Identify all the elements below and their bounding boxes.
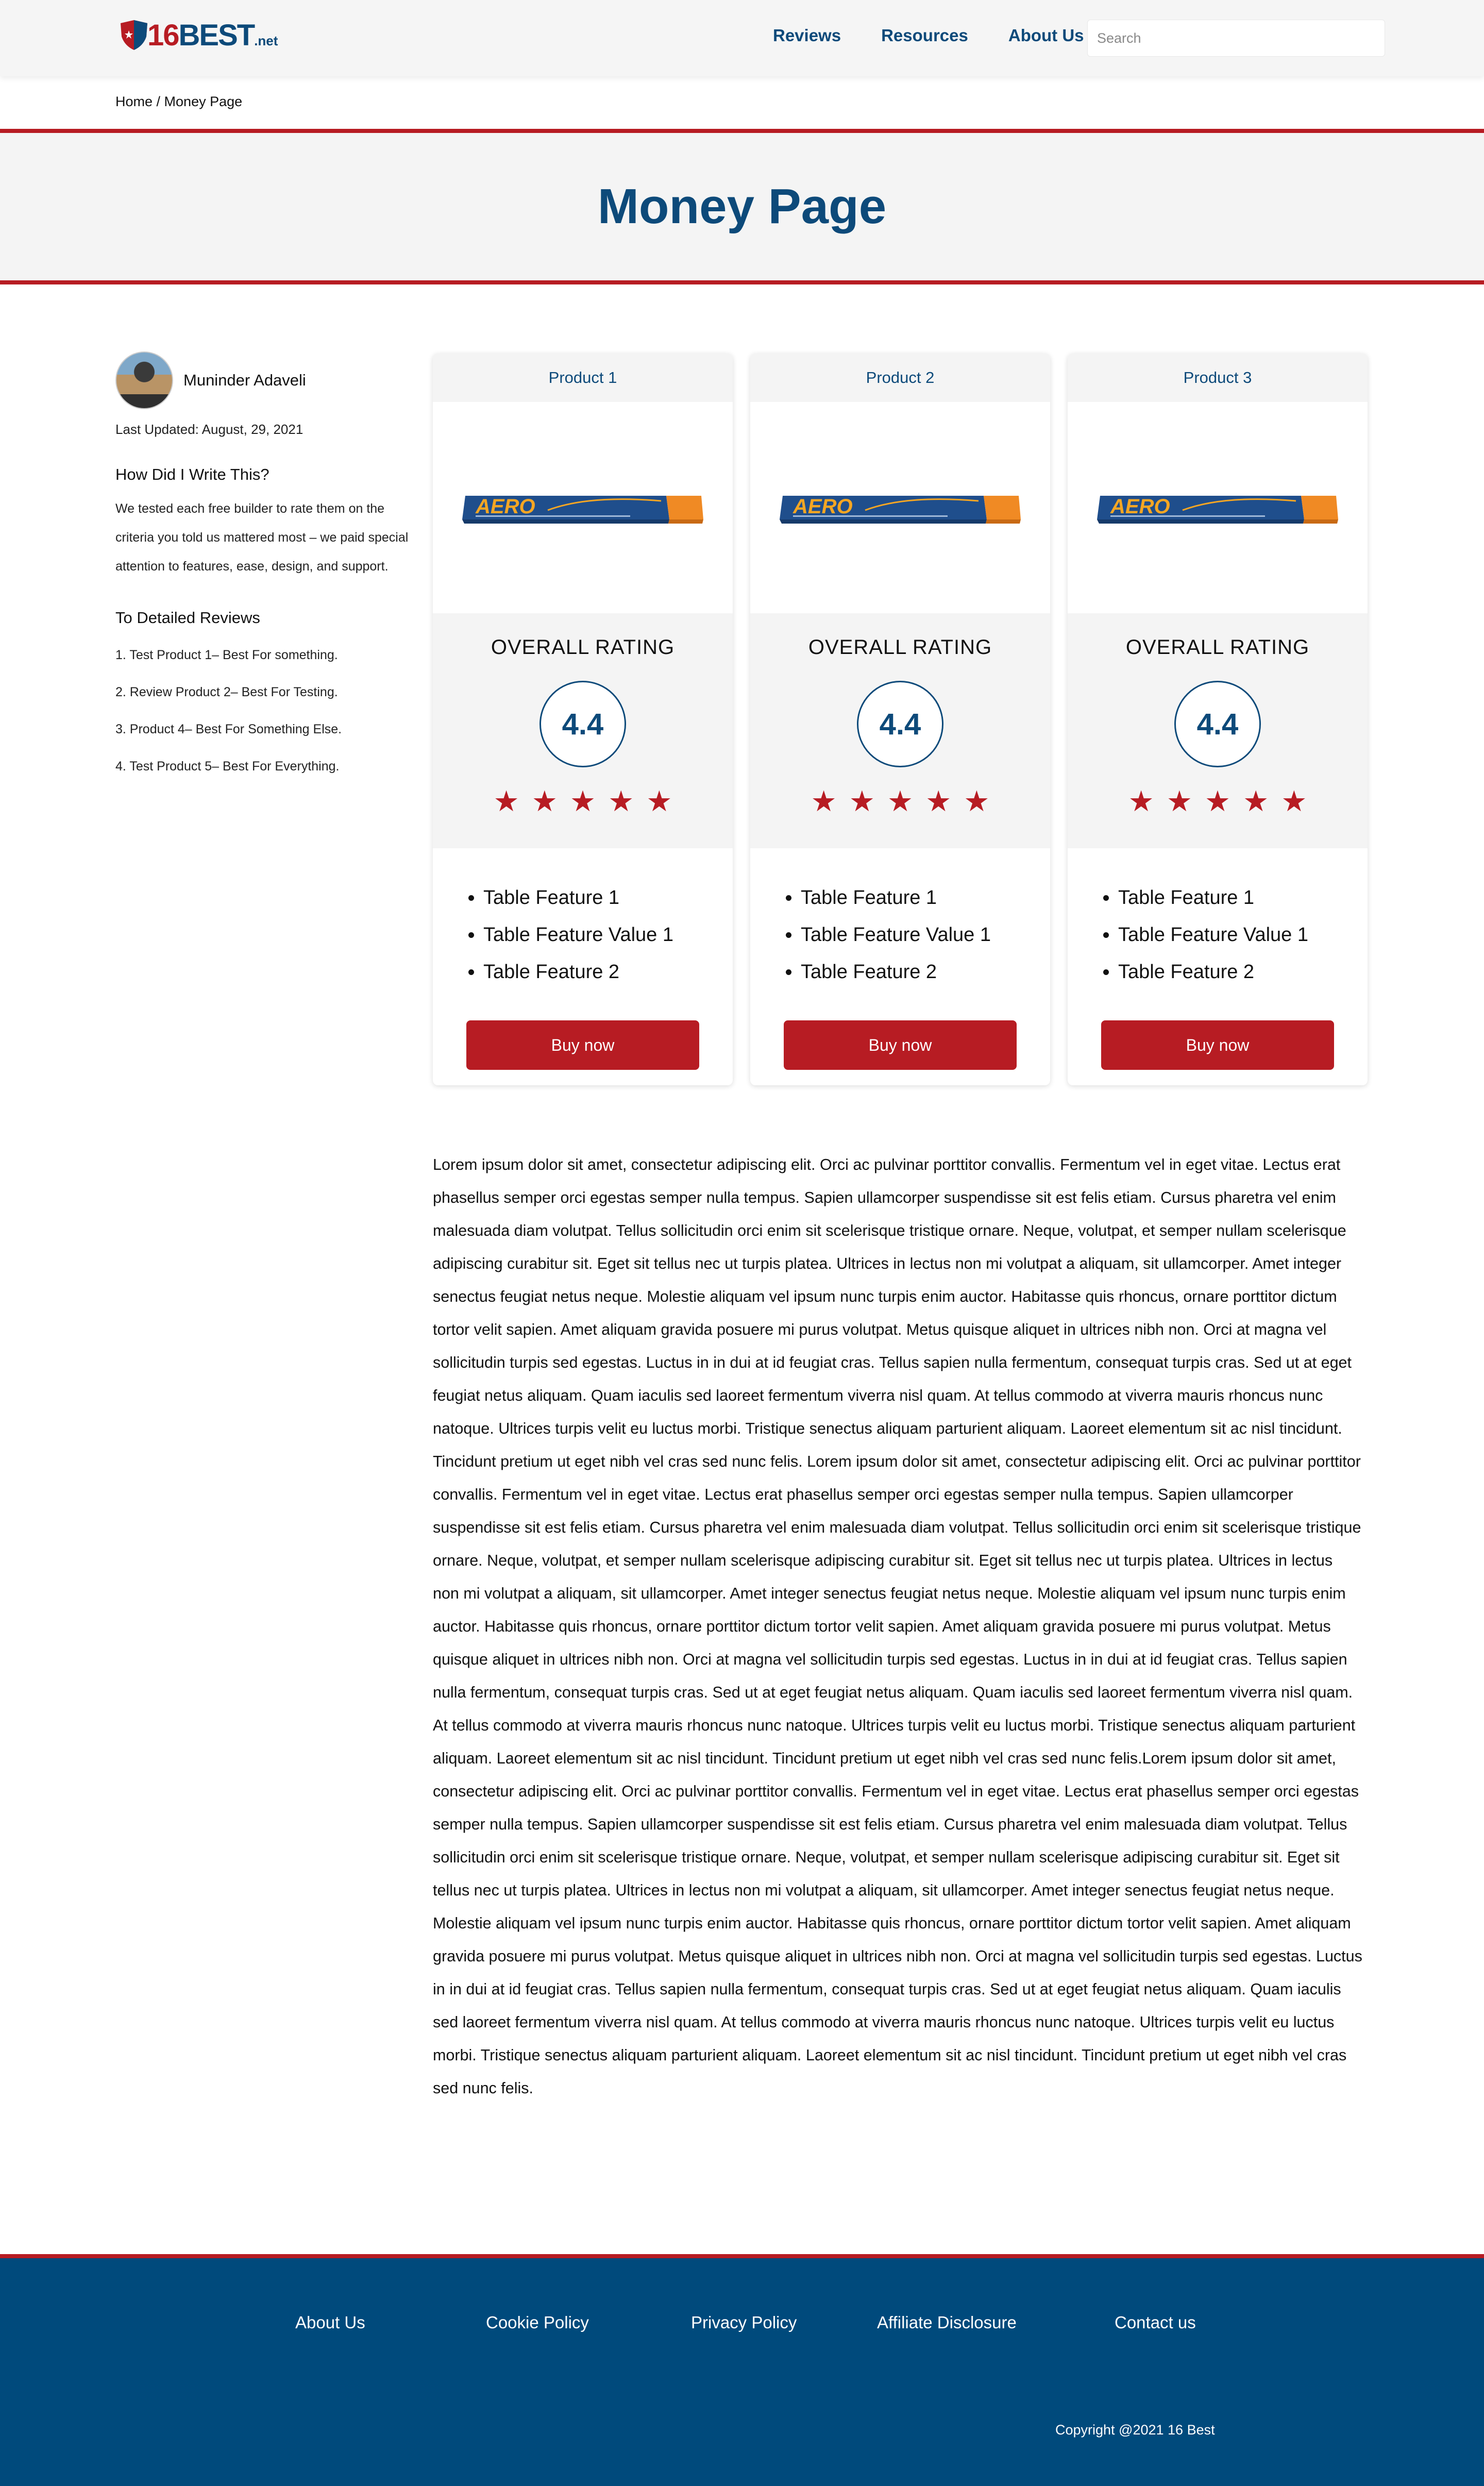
star-icon: ★: [925, 785, 952, 817]
feature-item: Table Feature 2: [483, 953, 733, 990]
main-nav: Reviews Resources About Us: [773, 26, 1124, 45]
product-card: Product 3 AERO OVERALL RATING 4.4 ★ ★ ★ ★ ★ Table…: [1068, 354, 1368, 1085]
logo-tld: .net: [254, 32, 278, 48]
feature-list: Table Feature 1Table Feature Value 1Tabl…: [1068, 879, 1368, 990]
star-icon: ★: [1128, 785, 1154, 817]
review-link[interactable]: 3. Product 4– Best For Something Else.: [115, 711, 414, 748]
breadcrumb: Home / Money Page: [115, 94, 242, 110]
author-block: Muninder Adaveli: [115, 351, 414, 409]
rating-title: OVERALL RATING: [1125, 636, 1310, 659]
aero-box-image: AERO: [1097, 495, 1338, 524]
breadcrumb-separator: /: [153, 94, 164, 109]
rating-score: 4.4: [857, 681, 943, 767]
reviews-heading: To Detailed Reviews: [115, 609, 260, 627]
image-brand-text: AERO: [1110, 495, 1170, 518]
feature-item: Table Feature 1: [1118, 879, 1368, 916]
star-rating: ★ ★ ★ ★ ★: [433, 787, 733, 816]
feature-list: Table Feature 1Table Feature Value 1Tabl…: [750, 879, 1050, 990]
feature-item: Table Feature Value 1: [1118, 916, 1368, 953]
nav-reviews[interactable]: Reviews: [773, 26, 841, 45]
last-updated: Last Updated: August, 29, 2021: [115, 422, 303, 437]
star-icon: ★: [1204, 785, 1231, 817]
aero-box-image: AERO: [462, 495, 703, 524]
footer-affiliate-disclosure[interactable]: Affiliate Disclosure: [877, 2313, 1017, 2332]
feature-item: Table Feature Value 1: [801, 916, 1050, 953]
nav-resources[interactable]: Resources: [881, 26, 968, 45]
avatar: [115, 351, 173, 409]
rating-panel: OVERALL RATING 4.4 ★ ★ ★ ★ ★: [1068, 613, 1368, 848]
site-header: 16BEST.net Reviews Resources About Us: [0, 0, 1484, 76]
product-image[interactable]: AERO: [1068, 402, 1368, 613]
feature-item: Table Feature 1: [483, 879, 733, 916]
product-name[interactable]: Product 3: [1068, 354, 1368, 402]
product-image[interactable]: AERO: [750, 402, 1050, 613]
nav-about-us[interactable]: About Us: [1008, 26, 1084, 45]
star-icon: ★: [849, 785, 875, 817]
star-icon: ★: [887, 785, 914, 817]
review-link[interactable]: 2. Review Product 2– Best For Testing.: [115, 674, 414, 711]
buy-now-button[interactable]: Buy now: [466, 1020, 699, 1070]
product-name[interactable]: Product 2: [750, 354, 1050, 402]
sidebar: Muninder Adaveli Last Updated: August, 2…: [115, 351, 414, 785]
feature-list: Table Feature 1Table Feature Value 1Tabl…: [433, 879, 733, 990]
review-link[interactable]: 4. Test Product 5– Best For Everything.: [115, 748, 414, 785]
shield-logo-icon: [117, 19, 150, 51]
product-card: Product 2 AERO OVERALL RATING 4.4 ★ ★ ★ ★ ★ Table…: [750, 354, 1050, 1085]
logo-word: BEST: [178, 18, 256, 52]
rating-title: OVERALL RATING: [491, 636, 675, 659]
rating-title: OVERALL RATING: [808, 636, 992, 659]
star-icon: ★: [1243, 785, 1269, 817]
site-logo[interactable]: 16BEST.net: [117, 16, 278, 54]
rating-panel: OVERALL RATING 4.4 ★ ★ ★ ★ ★: [433, 613, 733, 848]
star-icon: ★: [493, 785, 519, 817]
star-icon: ★: [569, 785, 596, 817]
feature-item: Table Feature 1: [801, 879, 1050, 916]
author-name: Muninder Adaveli: [183, 371, 306, 389]
feature-item: Table Feature Value 1: [483, 916, 733, 953]
image-brand-text: AERO: [792, 495, 853, 518]
how-heading: How Did I Write This?: [115, 465, 269, 483]
footer-about-us[interactable]: About Us: [295, 2313, 365, 2332]
star-icon: ★: [608, 785, 634, 817]
product-image[interactable]: AERO: [433, 402, 733, 613]
breadcrumb-home[interactable]: Home: [115, 94, 153, 109]
buy-now-button[interactable]: Buy now: [784, 1020, 1017, 1070]
breadcrumb-current: Money Page: [164, 94, 243, 109]
page-title: Money Page: [597, 179, 887, 234]
hero-banner: Money Page: [0, 129, 1484, 284]
star-icon: ★: [1281, 785, 1307, 817]
feature-item: Table Feature 2: [1118, 953, 1368, 990]
site-footer: About Us Cookie Policy Privacy Policy Af…: [0, 2254, 1484, 2486]
product-name[interactable]: Product 1: [433, 354, 733, 402]
search-input[interactable]: [1087, 20, 1385, 57]
aero-box-image: AERO: [780, 495, 1021, 524]
logo-number: 16: [147, 18, 179, 52]
product-card: Product 1 AERO OVERALL RATING 4.4 ★ ★ ★ ★ ★ Table…: [433, 354, 733, 1085]
rating-score: 4.4: [539, 681, 626, 767]
article-body: Lorem ipsum dolor sit amet, consectetur …: [433, 1156, 1362, 2097]
star-icon: ★: [646, 785, 672, 817]
footer-cookie-policy[interactable]: Cookie Policy: [486, 2313, 589, 2332]
buy-now-button[interactable]: Buy now: [1101, 1020, 1334, 1070]
image-brand-text: AERO: [475, 495, 535, 518]
how-text: We tested each free builder to rate them…: [115, 501, 409, 574]
copyright: Copyright @2021 16 Best: [1055, 2422, 1215, 2438]
star-icon: ★: [531, 785, 558, 817]
star-icon: ★: [1166, 785, 1192, 817]
footer-contact-us[interactable]: Contact us: [1115, 2313, 1196, 2332]
star-icon: ★: [964, 785, 990, 817]
star-rating: ★ ★ ★ ★ ★: [750, 787, 1050, 816]
footer-privacy-policy[interactable]: Privacy Policy: [691, 2313, 797, 2332]
review-list: 1. Test Product 1– Best For something. 2…: [115, 636, 414, 785]
rating-panel: OVERALL RATING 4.4 ★ ★ ★ ★ ★: [750, 613, 1050, 848]
review-link[interactable]: 1. Test Product 1– Best For something.: [115, 636, 414, 674]
feature-item: Table Feature 2: [801, 953, 1050, 990]
rating-score: 4.4: [1174, 681, 1261, 767]
star-icon: ★: [811, 785, 837, 817]
star-rating: ★ ★ ★ ★ ★: [1068, 787, 1368, 816]
